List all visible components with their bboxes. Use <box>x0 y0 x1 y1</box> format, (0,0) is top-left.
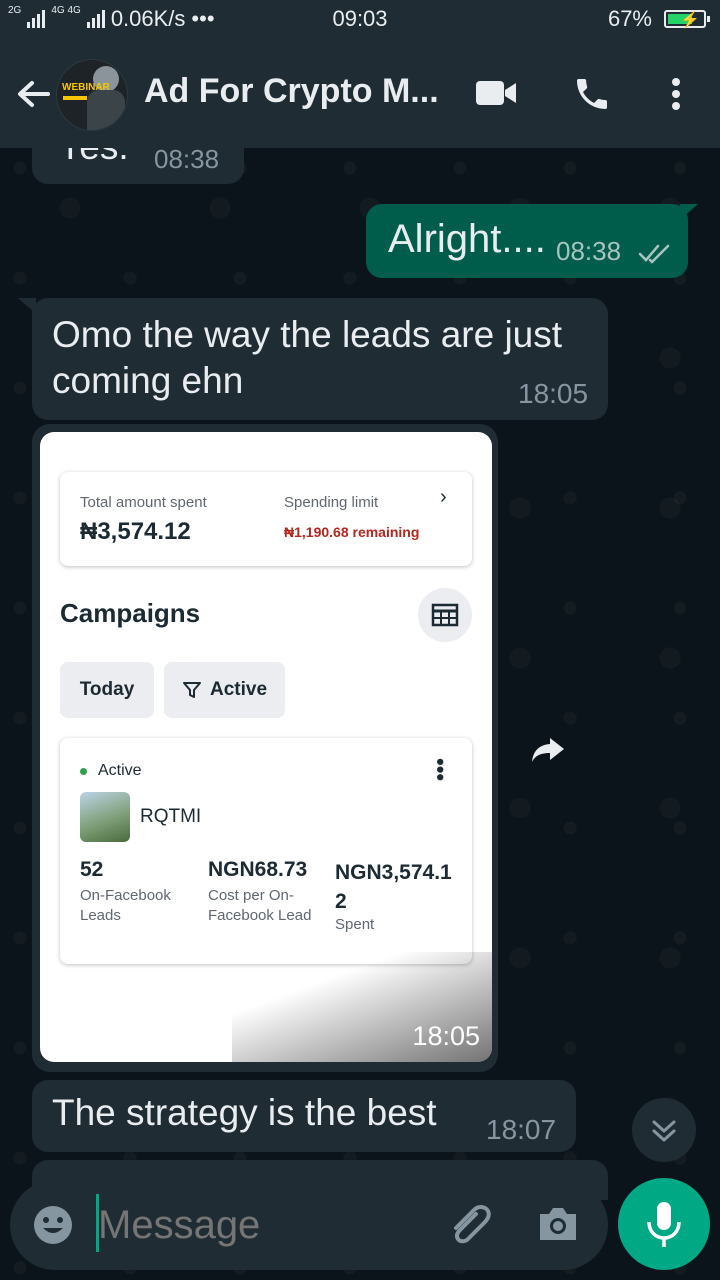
message-time: 18:05 <box>412 1021 480 1051</box>
image-message[interactable]: Total amount spent ₦3,574.12 Spending li… <box>32 424 498 1072</box>
filter-today-label: Today <box>79 679 135 700</box>
chevron-right-icon: › <box>440 486 447 508</box>
voice-call-icon[interactable] <box>572 74 612 114</box>
message-incoming[interactable]: The strategy is the best 18:07 <box>32 1080 576 1152</box>
back-arrow-icon[interactable] <box>14 74 54 114</box>
message-composer <box>10 1180 608 1270</box>
campaign-name: RQTMI <box>140 806 202 827</box>
filter-icon <box>182 682 201 698</box>
total-spent-label: Total amount spent <box>80 494 207 511</box>
battery-icon: ⚡ <box>664 10 710 29</box>
filter-today: Today <box>60 662 154 718</box>
message-text: The strategy is the best <box>52 1092 437 1133</box>
read-receipt-icon <box>638 244 670 264</box>
metric-label: Cost per On-Facebook Lead <box>208 887 312 924</box>
filter-active-label: Active <box>209 679 268 700</box>
chat-title[interactable]: Ad For Crypto M... <box>144 72 439 111</box>
filter-active: Active <box>164 662 285 718</box>
message-text: Alright.... <box>388 217 546 261</box>
message-time: 18:07 <box>486 1114 557 1145</box>
battery-percent: 67% <box>607 6 652 31</box>
forward-icon[interactable] <box>530 734 566 766</box>
emoji-icon[interactable] <box>32 1204 74 1246</box>
metric-label: Spent <box>335 916 375 933</box>
campaign-card: Active ••• RQTMI 52 On-Facebook Leads NG… <box>60 738 472 964</box>
bubble-tail <box>18 298 36 314</box>
video-call-icon[interactable] <box>474 78 518 108</box>
microphone-icon <box>647 1202 681 1247</box>
campaign-thumbnail <box>80 792 130 842</box>
message-time: 08:38 <box>154 144 220 174</box>
metric-value: NGN68.73 <box>208 858 308 881</box>
status-bar: 2G 4G 4G 0.06K/s ••• 09:03 67% ⚡ <box>0 0 720 38</box>
total-spent-value: ₦3,574.12 <box>80 518 191 545</box>
more-options-icon[interactable] <box>664 74 688 114</box>
scroll-to-bottom-button[interactable] <box>632 1098 696 1162</box>
metric-value: 52 <box>80 858 104 881</box>
status-dot <box>80 768 87 775</box>
campaign-status: Active <box>98 762 142 779</box>
attach-icon[interactable] <box>446 1202 496 1248</box>
double-chevron-down-icon <box>652 1120 676 1142</box>
table-view-icon <box>418 588 472 642</box>
ad-screenshot[interactable]: Total amount spent ₦3,574.12 Spending li… <box>40 432 492 1062</box>
spend-summary-card: Total amount spent ₦3,574.12 Spending li… <box>60 472 472 566</box>
message-text: Omo the way the leads are just coming eh… <box>52 314 563 401</box>
spending-limit-label: Spending limit <box>284 494 379 511</box>
camera-icon[interactable] <box>536 1204 580 1244</box>
message-input[interactable] <box>96 1190 428 1260</box>
message-outgoing[interactable]: Alright.... 08:38 <box>366 204 688 278</box>
voice-message-button[interactable] <box>618 1178 710 1270</box>
message-incoming[interactable]: Omo the way the leads are just coming eh… <box>32 298 608 420</box>
avatar-text: WEBINAR <box>62 82 110 93</box>
metric-label: On-Facebook Leads <box>80 887 171 924</box>
contact-avatar[interactable]: WEBINAR <box>56 59 128 131</box>
message-time: 08:38 <box>556 236 622 266</box>
spending-limit-value: ₦1,190.68 remaining <box>284 524 420 540</box>
bubble-tail <box>680 204 698 220</box>
message-time: 18:05 <box>518 378 589 409</box>
campaign-more-icon: ••• <box>428 758 453 782</box>
header-overlay: WEBINAR Ad For Crypto M... <box>0 38 720 148</box>
campaigns-title: Campaigns <box>60 598 201 628</box>
metric-value: NGN3,574.12 <box>335 861 452 913</box>
